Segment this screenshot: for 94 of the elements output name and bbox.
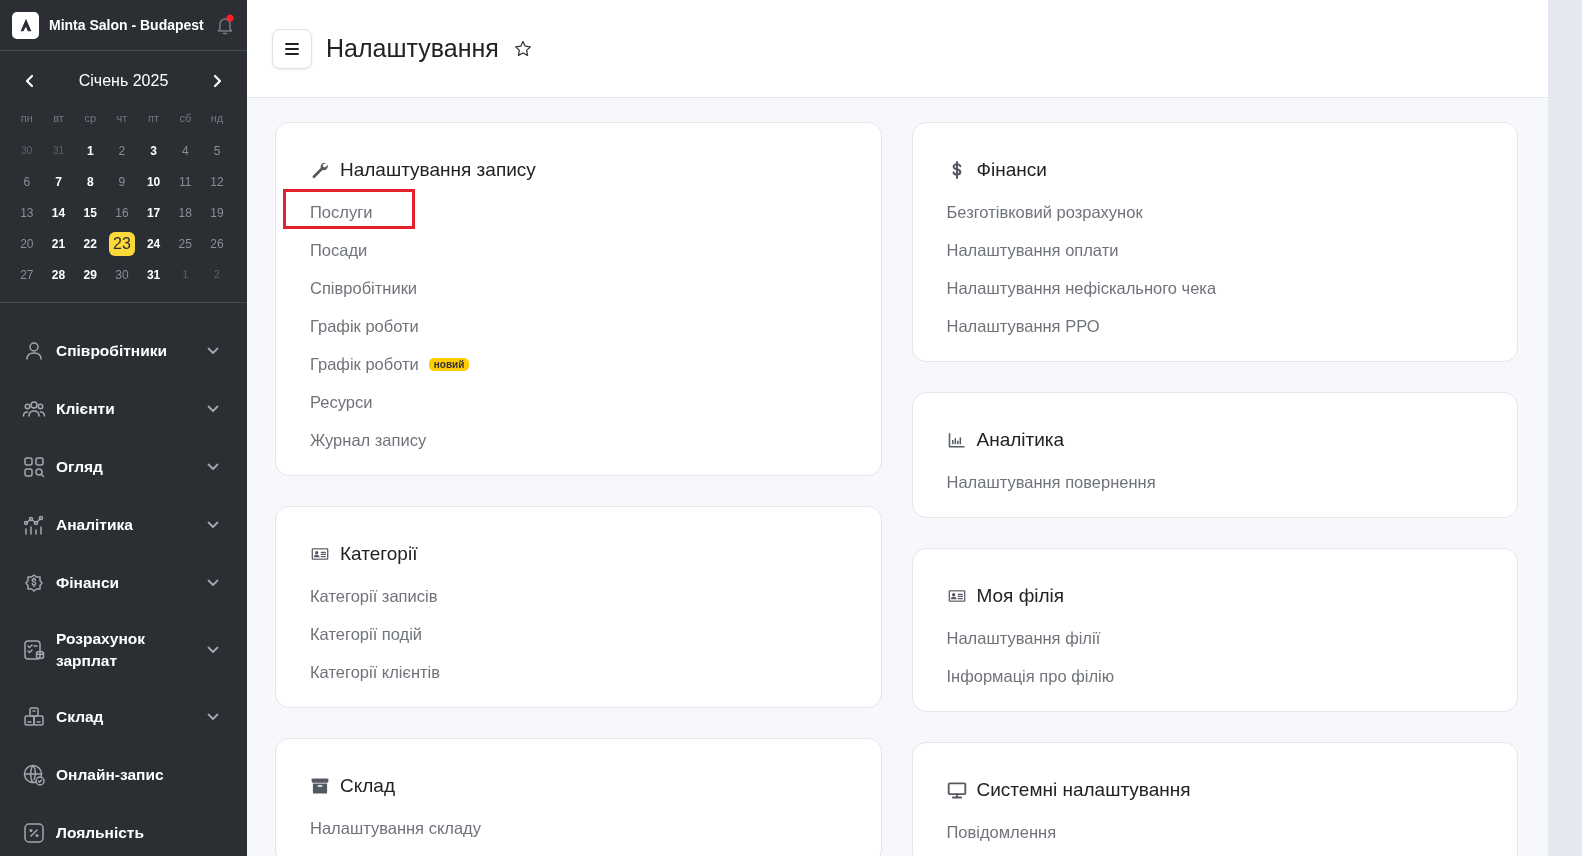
sidebar-item[interactable]: Клієнти [0, 380, 247, 438]
chart-icon [22, 513, 46, 537]
star-icon[interactable] [512, 38, 533, 59]
weekday-label: нд [209, 111, 225, 126]
calendar-day[interactable]: 26 [203, 232, 230, 255]
settings-link[interactable]: Налаштування оплати [946, 240, 1119, 260]
calendar-day[interactable]: 9 [108, 170, 135, 193]
checklist-coins-icon [22, 638, 46, 662]
settings-link[interactable]: Категорії клієнтів [310, 662, 441, 682]
calendar-day[interactable]: 21 [45, 232, 72, 255]
calendar-day[interactable]: 11 [172, 170, 199, 193]
card-title: Фінанси [976, 159, 1047, 181]
selected-day[interactable]: 23 [108, 231, 135, 256]
settings-link[interactable]: Співробітники [310, 278, 418, 298]
card-title: Системні налаштування [976, 779, 1191, 801]
calendar-day[interactable]: 28 [45, 263, 72, 286]
settings-link[interactable]: Категорії записів [310, 586, 438, 606]
page-title: Налаштування [326, 34, 499, 63]
calendar-day[interactable]: 31 [140, 263, 167, 286]
calendar-day[interactable]: 16 [108, 201, 135, 224]
calendar-day[interactable]: 14 [45, 201, 72, 224]
dollar-badge-icon [22, 571, 46, 595]
sidebar-item[interactable]: Огляд [0, 438, 247, 496]
calendar-day[interactable]: 29 [77, 263, 104, 286]
calendar-day[interactable]: 8 [77, 170, 104, 193]
card-title: Налаштування запису [340, 159, 536, 181]
settings-link[interactable]: Налаштування філії [946, 628, 1101, 648]
calendar-day[interactable]: 13 [13, 201, 40, 224]
calendar-day[interactable]: 7 [45, 170, 72, 193]
calendar-month: Січень 2025 [78, 72, 169, 90]
calendar-day[interactable]: 27 [13, 263, 40, 286]
calendar-day[interactable]: 4 [172, 139, 199, 162]
sidebar-item[interactable]: Розрахунок зарплат [0, 612, 247, 688]
weekday-label: пт [147, 111, 161, 126]
calendar-day[interactable]: 1 [77, 139, 104, 162]
settings-link[interactable]: Налаштування нефіскального чека [946, 278, 1217, 298]
boxes-icon [22, 705, 46, 729]
settings-link[interactable]: Налаштування складу [310, 818, 481, 838]
menu-button[interactable] [272, 28, 312, 69]
grid-search-icon [22, 455, 46, 479]
sidebar-item[interactable]: Склад [0, 688, 247, 746]
calendar-day[interactable]: 20 [13, 232, 40, 255]
calendar-day[interactable]: 19 [203, 201, 230, 224]
percent-square-icon [22, 821, 46, 845]
scrollbar-track[interactable] [1548, 0, 1582, 856]
calendar-day[interactable]: 6 [13, 170, 40, 193]
weekday-label: ср [83, 111, 98, 126]
bell-icon[interactable] [215, 14, 235, 36]
settings-link[interactable]: Ресурси [310, 392, 373, 412]
calendar-day[interactable]: 3 [140, 139, 167, 162]
settings-link[interactable]: Інформація про філію [946, 666, 1115, 686]
sidebar-item[interactable]: Співробітники [0, 322, 247, 380]
archive-box-icon [310, 776, 330, 796]
calendar-day[interactable]: 10 [140, 170, 167, 193]
settings-link[interactable]: Журнал запису [310, 430, 427, 450]
logo-icon[interactable] [12, 11, 39, 39]
new-badge: новий [428, 357, 470, 371]
calendar-day[interactable]: 25 [172, 232, 199, 255]
card-title: Склад [340, 775, 395, 797]
settings-link[interactable]: Безготівковий розрахунок [946, 202, 1143, 222]
calendar-day[interactable]: 15 [77, 201, 104, 224]
menu-icon [284, 41, 300, 56]
sidebar-item[interactable]: Фінанси [0, 554, 247, 612]
card-title: Аналітика [976, 429, 1065, 451]
weekday-label: пн [19, 111, 34, 126]
weekday-label: чт [115, 111, 129, 126]
calendar-day[interactable]: 22 [77, 232, 104, 255]
monitor-icon [946, 780, 967, 800]
sidebar-item[interactable]: Онлайн-запис [0, 746, 247, 804]
calendar-day[interactable]: 17 [140, 201, 167, 224]
settings-link[interactable]: Повідомлення [946, 822, 1057, 842]
calendar-day[interactable]: 30 [108, 263, 135, 286]
calendar-day[interactable]: 24 [140, 232, 167, 255]
settings-link[interactable]: Категорії подій [310, 624, 423, 644]
globe-check-icon [22, 763, 46, 787]
calendar-day[interactable]: 18 [172, 201, 199, 224]
settings-link[interactable]: Налаштування повернення [946, 472, 1156, 492]
settings-link[interactable]: Послуги [310, 202, 373, 222]
weekday-label: сб [178, 111, 193, 126]
card-title: Категорії [340, 543, 418, 565]
sidebar-item[interactable]: Лояльність [0, 804, 247, 856]
settings-link[interactable]: Посади [310, 240, 368, 260]
calendar-day[interactable]: 12 [203, 170, 230, 193]
weekday-label: вт [52, 111, 65, 126]
calendar-day[interactable]: 2 [108, 139, 135, 162]
card-title: Моя філія [976, 585, 1065, 607]
wrench-icon [310, 160, 330, 180]
settings-link[interactable]: Налаштування РРО [946, 316, 1100, 336]
bar-chart-icon [946, 430, 967, 450]
settings-link[interactable]: Графік роботи [310, 316, 419, 336]
settings-link[interactable]: Графік роботи [310, 354, 419, 374]
salon-name[interactable]: Minta Salon - Budapest [49, 17, 205, 33]
calendar-day[interactable]: 5 [203, 139, 230, 162]
sidebar-item[interactable]: Аналітика [0, 496, 247, 554]
